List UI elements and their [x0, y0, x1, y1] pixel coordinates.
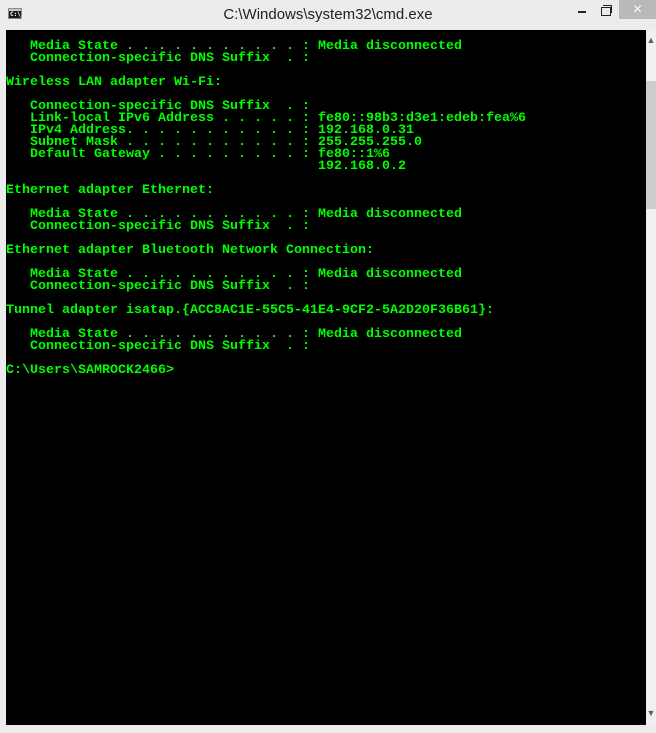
console-line: Connection-specific DNS Suffix . : [6, 278, 310, 293]
console-line: Connection-specific DNS Suffix . : [6, 338, 310, 353]
console-output[interactable]: Media State . . . . . . . . . . . : Medi… [6, 30, 646, 725]
title-bar[interactable]: C:\_ C:\Windows\system32\cmd.exe × [0, 0, 656, 30]
close-icon: × [632, 0, 643, 18]
console-line: Wireless LAN adapter Wi-Fi: [6, 74, 223, 89]
window-title: C:\Windows\system32\cmd.exe [223, 6, 433, 23]
console-line: Connection-specific DNS Suffix . : [6, 50, 310, 65]
console-line: Tunnel adapter isatap.{ACC8AC1E-55C5-41E… [6, 302, 494, 317]
window-bottom-border [0, 725, 656, 733]
console-line: 192.168.0.2 [6, 158, 406, 173]
restore-icon [601, 4, 612, 16]
scrollbar-thumb[interactable] [646, 81, 656, 209]
console-text: Media State . . . . . . . . . . . : Medi… [6, 39, 526, 377]
console-line: Connection-specific DNS Suffix . : [6, 218, 310, 233]
close-button[interactable]: × [619, 0, 656, 19]
minimize-button[interactable] [572, 0, 592, 20]
console-line: Ethernet adapter Ethernet: [6, 182, 214, 197]
console-line: Ethernet adapter Bluetooth Network Conne… [6, 242, 374, 257]
vertical-scrollbar[interactable]: ▲ ▼ [646, 30, 656, 725]
scroll-down-arrow-icon[interactable]: ▼ [646, 707, 656, 719]
minimize-icon [578, 11, 586, 13]
command-prompt-line: C:\Users\SAMROCK2466> [6, 362, 175, 377]
scroll-up-arrow-icon[interactable]: ▲ [646, 34, 656, 46]
restore-button[interactable] [596, 0, 616, 20]
